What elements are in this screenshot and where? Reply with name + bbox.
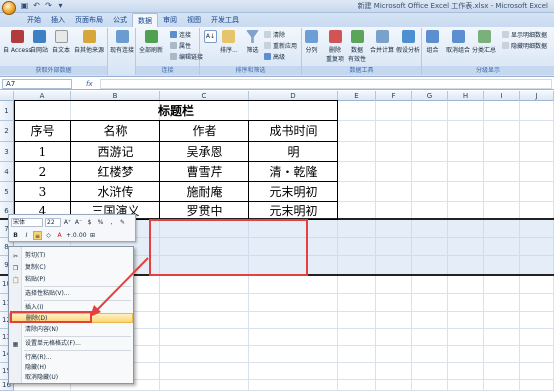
annotation-arrow [90, 257, 149, 317]
